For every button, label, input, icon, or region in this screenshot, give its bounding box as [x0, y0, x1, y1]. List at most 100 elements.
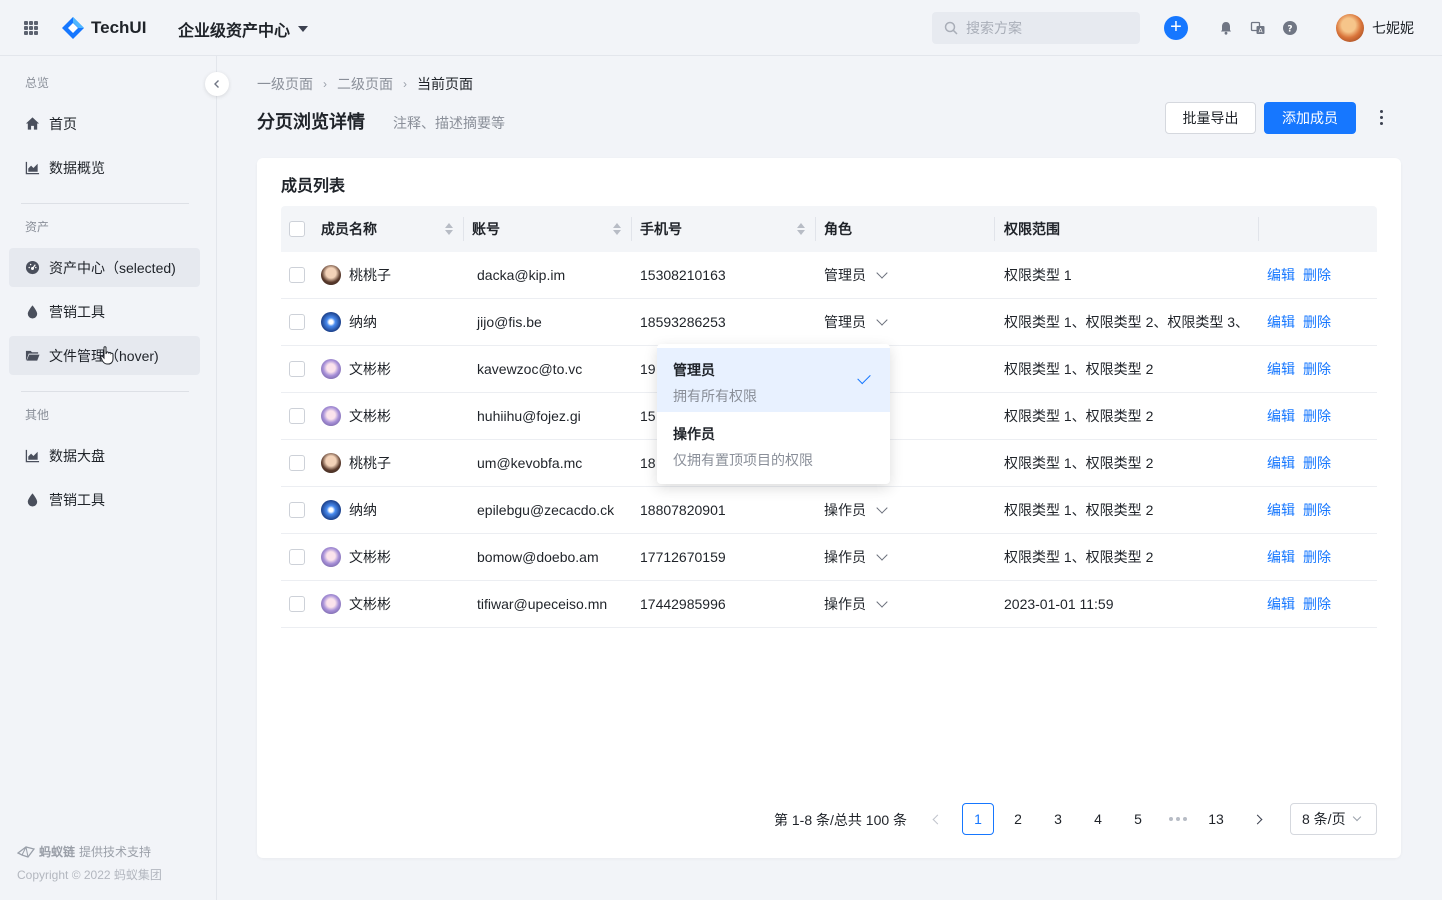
footer-brand-name: 蚂蚁链	[39, 845, 76, 859]
row-checkbox[interactable]	[289, 581, 305, 627]
role-option-operator[interactable]: 操作员 仅拥有置顶项目的权限	[657, 412, 890, 476]
row-checkbox[interactable]	[289, 440, 305, 486]
role-select[interactable]: 操作员	[824, 534, 888, 580]
sidebar-collapse-button[interactable]	[205, 72, 229, 96]
member-list-card: 成员列表 成员名称 账号 手机号 角色 权限范围 桃桃子 dacka@kip.im…	[257, 158, 1401, 858]
row-checkbox[interactable]	[289, 487, 305, 533]
logo[interactable]: TechUI	[61, 16, 146, 40]
member-cell: 桃桃子	[321, 440, 391, 486]
role-value: 操作员	[824, 502, 866, 518]
bell-icon[interactable]	[1218, 20, 1234, 36]
ant-chain-logo-icon	[17, 845, 35, 858]
sidebar-group-assets: 资产	[25, 220, 50, 234]
sidebar-item-data-overview[interactable]: 数据概览	[9, 148, 200, 187]
prev-page-button[interactable]	[921, 803, 953, 835]
member-name: 文彬彬	[349, 549, 391, 565]
user-menu[interactable]: 七妮妮	[1336, 14, 1414, 42]
column-header-account[interactable]: 账号	[472, 206, 500, 252]
card-title: 成员列表	[281, 178, 346, 195]
page-button-1[interactable]: 1	[962, 803, 994, 835]
delete-link[interactable]: 删除	[1303, 312, 1331, 332]
search-input[interactable]: 搜索方案	[932, 12, 1140, 44]
column-header-name[interactable]: 成员名称	[321, 206, 377, 252]
account-cell: bomow@doebo.am	[477, 549, 599, 565]
edit-link[interactable]: 编辑	[1267, 406, 1295, 426]
next-page-button[interactable]	[1241, 803, 1273, 835]
row-actions: 编辑 删除	[1267, 346, 1339, 392]
apps-grid-icon[interactable]	[24, 21, 38, 35]
breadcrumb-item-1[interactable]: 一级页面	[257, 74, 313, 94]
edit-link[interactable]: 编辑	[1267, 500, 1295, 520]
add-member-button[interactable]: 添加成员	[1264, 102, 1356, 134]
edit-link[interactable]: 编辑	[1267, 547, 1295, 567]
sidebar-item-big-screen[interactable]: 数据大盘	[9, 436, 200, 475]
edit-link[interactable]: 编辑	[1267, 453, 1295, 473]
role-option-title: 管理员	[673, 362, 715, 378]
member-cell: 纳纳	[321, 299, 377, 345]
edit-link[interactable]: 编辑	[1267, 265, 1295, 285]
sidebar-item-marketing-2[interactable]: 营销工具	[9, 480, 200, 519]
help-icon[interactable]: ?	[1282, 20, 1298, 36]
drop-icon	[27, 493, 38, 507]
role-select[interactable]: 操作员	[824, 487, 888, 533]
member-name: 文彬彬	[349, 596, 391, 612]
sidebar-item-asset-center[interactable]: 资产中心（selected)	[9, 248, 200, 287]
column-header-scope: 权限范围	[1004, 221, 1060, 237]
sidebar-divider	[21, 391, 189, 392]
page-size-select[interactable]: 8 条/页	[1290, 803, 1377, 835]
row-checkbox[interactable]	[289, 252, 305, 298]
role-select[interactable]: 管理员	[824, 299, 888, 345]
member-cell: 文彬彬	[321, 581, 391, 627]
create-button[interactable]: +	[1164, 16, 1188, 40]
delete-link[interactable]: 删除	[1303, 547, 1331, 567]
chevron-down-icon	[876, 266, 888, 279]
page-button-last[interactable]: 13	[1200, 803, 1232, 835]
role-select[interactable]: 管理员	[824, 252, 888, 298]
table-row: 文彬彬 tifiwar@upeceiso.mn 17442985996 操作员 2023…	[281, 581, 1377, 628]
sort-icon[interactable]	[445, 223, 453, 235]
batch-export-button[interactable]: 批量导出	[1165, 102, 1256, 134]
page-button-3[interactable]: 3	[1042, 803, 1074, 835]
more-vertical-icon[interactable]	[1380, 110, 1384, 125]
delete-link[interactable]: 删除	[1303, 406, 1331, 426]
edit-link[interactable]: 编辑	[1267, 312, 1295, 332]
chevron-right-icon: ›	[403, 77, 407, 91]
delete-link[interactable]: 删除	[1303, 453, 1331, 473]
member-cell: 文彬彬	[321, 393, 391, 439]
sort-icon[interactable]	[613, 223, 621, 235]
pagination-ellipsis[interactable]	[1169, 817, 1187, 821]
delete-link[interactable]: 删除	[1303, 500, 1331, 520]
edit-link[interactable]: 编辑	[1267, 359, 1295, 379]
sidebar-item-marketing[interactable]: 营销工具	[9, 292, 200, 331]
sort-icon[interactable]	[797, 223, 805, 235]
app-switcher[interactable]: 企业级资产中心	[178, 17, 309, 41]
page-button-5[interactable]: 5	[1122, 803, 1154, 835]
edit-link[interactable]: 编辑	[1267, 594, 1295, 614]
column-header-phone[interactable]: 手机号	[640, 206, 682, 252]
delete-link[interactable]: 删除	[1303, 265, 1331, 285]
delete-link[interactable]: 删除	[1303, 594, 1331, 614]
member-cell: 文彬彬	[321, 534, 391, 580]
page-button-2[interactable]: 2	[1002, 803, 1034, 835]
member-cell: 文彬彬	[321, 346, 391, 392]
phone-cell: 15308210163	[640, 267, 726, 283]
role-option-admin[interactable]: 管理员 拥有所有权限	[657, 348, 890, 412]
column-divider	[463, 217, 464, 241]
sidebar-item-home[interactable]: 首页	[9, 104, 200, 143]
scope-cell: 2023-01-01 11:59	[1004, 596, 1114, 612]
breadcrumb-item-2[interactable]: 二级页面	[337, 74, 393, 94]
row-checkbox[interactable]	[289, 346, 305, 392]
row-checkbox[interactable]	[289, 393, 305, 439]
row-checkbox[interactable]	[289, 299, 305, 345]
row-actions: 编辑 删除	[1267, 299, 1339, 345]
page-button-4[interactable]: 4	[1082, 803, 1114, 835]
phone-cell: 17712670159	[640, 549, 726, 565]
account-cell: jijo@fis.be	[477, 314, 542, 330]
translate-icon[interactable]: A	[1250, 20, 1266, 36]
drop-icon	[27, 305, 38, 319]
role-select[interactable]: 操作员	[824, 581, 888, 627]
row-checkbox[interactable]	[289, 534, 305, 580]
delete-link[interactable]: 删除	[1303, 359, 1331, 379]
avatar	[1336, 14, 1364, 42]
select-all-checkbox[interactable]	[289, 206, 305, 252]
